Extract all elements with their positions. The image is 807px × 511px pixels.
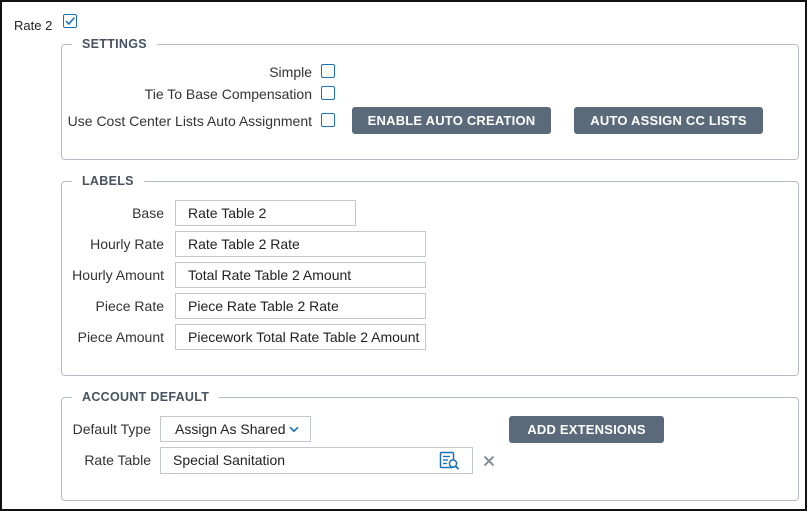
account-default-title: ACCOUNT DEFAULT	[72, 390, 220, 404]
piece-amount-label: Piece Amount	[77, 329, 164, 345]
rate-panel: Rate 2 SETTINGS Simple Tie To Base Compe…	[0, 0, 807, 511]
auto-assign-cc-lists-button[interactable]: AUTO ASSIGN CC LISTS	[574, 107, 763, 134]
rate-table-input[interactable]: Special Sanitation	[160, 447, 473, 474]
hourly-amount-label: Hourly Amount	[72, 267, 164, 283]
piece-amount-input[interactable]: Piecework Total Rate Table 2 Amount	[175, 324, 426, 350]
hourly-rate-label: Hourly Rate	[90, 236, 164, 252]
base-input[interactable]: Rate Table 2	[175, 200, 356, 226]
tie-to-base-checkbox[interactable]	[321, 86, 335, 100]
rate-label: Rate 2	[14, 18, 53, 33]
hourly-rate-input[interactable]: Rate Table 2 Rate	[175, 231, 426, 257]
base-label: Base	[132, 205, 164, 221]
cost-center-label: Use Cost Center Lists Auto Assignment	[67, 113, 312, 129]
hourly-amount-input[interactable]: Total Rate Table 2 Amount	[175, 262, 426, 288]
chevron-down-icon	[289, 426, 299, 433]
piece-rate-label: Piece Rate	[95, 298, 164, 314]
labels-section: LABELS Base Rate Table 2 Hourly Rate Rat…	[61, 174, 799, 376]
rate-enabled-checkbox[interactable]	[63, 14, 77, 28]
enable-auto-creation-button[interactable]: ENABLE AUTO CREATION	[352, 107, 551, 134]
simple-label: Simple	[269, 64, 312, 80]
settings-title: SETTINGS	[72, 37, 157, 51]
close-icon[interactable]	[483, 455, 495, 467]
default-type-value: Assign As Shared	[175, 421, 286, 437]
default-type-label: Default Type	[72, 421, 151, 437]
rate-table-value: Special Sanitation	[173, 452, 286, 468]
cost-center-checkbox[interactable]	[321, 113, 335, 127]
add-extensions-button[interactable]: ADD EXTENSIONS	[509, 416, 664, 443]
checkmark-icon	[65, 17, 75, 26]
labels-title: LABELS	[72, 174, 144, 188]
default-type-select[interactable]: Assign As Shared	[160, 416, 311, 442]
rate-table-label: Rate Table	[84, 452, 151, 468]
account-default-section: ACCOUNT DEFAULT Default Type Assign As S…	[61, 390, 799, 501]
search-list-icon[interactable]	[439, 451, 461, 471]
tie-to-base-label: Tie To Base Compensation	[144, 86, 312, 102]
simple-checkbox[interactable]	[321, 64, 335, 78]
piece-rate-input[interactable]: Piece Rate Table 2 Rate	[175, 293, 426, 319]
settings-section: SETTINGS Simple Tie To Base Compensation…	[61, 37, 799, 160]
